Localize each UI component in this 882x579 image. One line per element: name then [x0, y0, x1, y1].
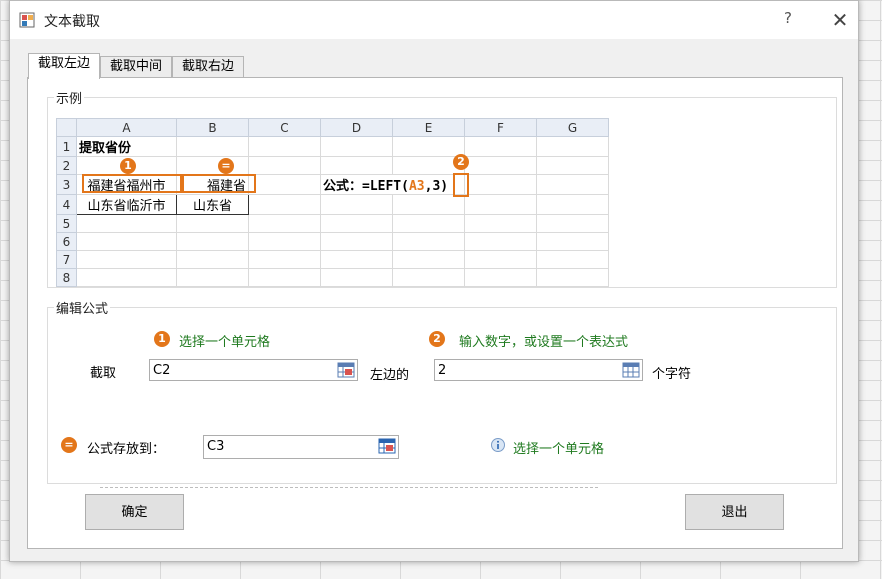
hint-enter-number: 输入数字，或设置一个表达式: [459, 335, 629, 350]
row-header: 8: [56, 268, 77, 287]
row-header: 6: [56, 232, 77, 251]
close-button[interactable]: ✕: [826, 7, 854, 33]
formula-prefix: 公式：=LEFT(: [323, 179, 409, 194]
result-cell-highlight: [182, 174, 256, 193]
edit-group-title: 编辑公式: [56, 302, 109, 317]
cell-a1: 提取省份: [76, 136, 177, 157]
extract-label: 截取: [90, 366, 117, 381]
col-header: F: [464, 118, 537, 137]
formula-ref: A3: [408, 179, 425, 194]
hint-select-cell: 选择一个单元格: [179, 335, 271, 350]
example-group-title: 示例: [56, 92, 83, 107]
char-count-value: 2: [438, 363, 447, 378]
info-hint: 选择一个单元格: [513, 442, 605, 457]
badge-two-icon: 2: [453, 154, 469, 170]
window-title: 文本截取: [44, 14, 100, 30]
row-header: 1: [56, 136, 77, 157]
corner-cell: [56, 118, 77, 137]
col-header: D: [320, 118, 393, 137]
text-extract-dialog: 文本截取 ? ✕ 截取左边 截取中间 截取右边 示例 A B C D E F G…: [9, 0, 859, 562]
formula-suffix: ): [440, 179, 449, 194]
formula-cell: 公式：=LEFT(A3,3): [320, 174, 465, 195]
target-picker-icon[interactable]: [378, 438, 396, 454]
source-cell-highlight: [82, 174, 182, 193]
number-highlight: [453, 173, 469, 197]
edit-formula-group: 编辑公式: [47, 298, 837, 484]
left-label: 左边的: [370, 368, 410, 383]
example-sheet: A B C D E F G 1 提取省份 2 3 福建省福州市 福建省 公式：=…: [56, 118, 638, 287]
char-count-input[interactable]: 2: [434, 359, 643, 381]
col-header: G: [536, 118, 609, 137]
title-bar: 文本截取 ? ✕: [10, 1, 858, 39]
row-header: 3: [56, 174, 77, 195]
hint2-badge-icon: 2: [429, 331, 445, 347]
help-button[interactable]: ?: [776, 9, 800, 31]
target-cell-input[interactable]: C3: [203, 435, 399, 459]
col-header: E: [392, 118, 465, 137]
example-table: A B C D E F G 1 提取省份 2 3 福建省福州市 福建省 公式：=…: [56, 118, 609, 287]
tab-middle[interactable]: 截取中间: [100, 56, 172, 78]
badge-one-icon: 1: [120, 158, 136, 174]
col-header: A: [76, 118, 177, 137]
separator-line: [100, 487, 598, 488]
row-header: 7: [56, 250, 77, 269]
cell-b4: 山东省: [176, 194, 249, 215]
col-header: B: [176, 118, 249, 137]
source-cell-value: C2: [153, 363, 171, 378]
source-cell-input[interactable]: C2: [149, 359, 358, 381]
tab-right[interactable]: 截取右边: [172, 56, 244, 78]
badge-equals-icon: =: [218, 158, 234, 174]
col-header: C: [248, 118, 321, 137]
store-label: 公式存放到：: [87, 442, 166, 457]
info-icon: [491, 438, 505, 452]
hint1-badge-icon: 1: [154, 331, 170, 347]
store-badge-icon: =: [61, 437, 77, 453]
ok-button[interactable]: 确定: [85, 494, 184, 530]
row-header: 5: [56, 214, 77, 233]
row-header: 4: [56, 194, 77, 215]
target-cell-value: C3: [207, 439, 225, 454]
expression-picker-icon[interactable]: [622, 362, 640, 378]
cell-a4: 山东省临沂市: [76, 194, 177, 215]
tab-panel: 示例 A B C D E F G 1 提取省份 2 3 福建省福州市 福建省 公…: [27, 77, 843, 549]
row-header: 2: [56, 156, 77, 175]
tab-left[interactable]: 截取左边: [28, 53, 100, 79]
app-icon: [19, 12, 35, 28]
exit-button[interactable]: 退出: [685, 494, 784, 530]
chars-label: 个字符: [652, 367, 692, 382]
cell-picker-icon[interactable]: [337, 362, 355, 378]
